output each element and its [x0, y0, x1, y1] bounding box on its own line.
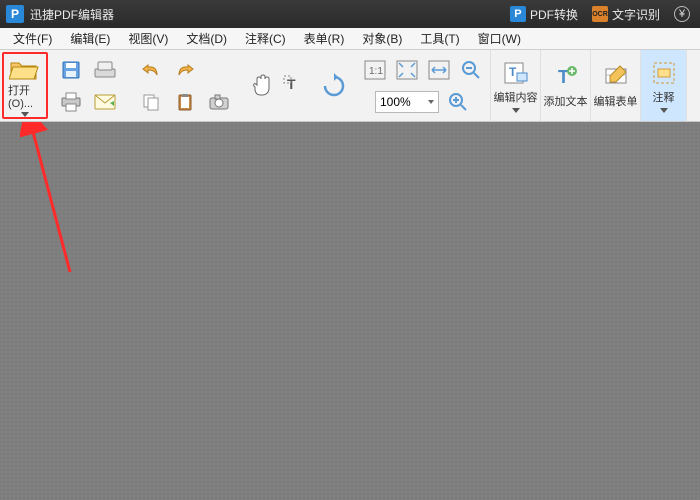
- edit-ops-group: [128, 50, 242, 121]
- svg-text:T: T: [509, 65, 517, 79]
- menu-comment[interactable]: 注释(C): [236, 28, 295, 49]
- edit-content-label: 编辑内容: [494, 89, 538, 105]
- annotate-icon: [650, 59, 678, 87]
- menu-file[interactable]: 文件(F): [4, 28, 61, 49]
- menubar: 文件(F) 编辑(E) 视图(V) 文档(D) 注释(C) 表单(R) 对象(B…: [0, 28, 700, 50]
- ocr-icon: OCR: [592, 6, 608, 22]
- open-label: 打开(O)...: [8, 82, 42, 110]
- hand-tool-button[interactable]: [248, 73, 274, 99]
- menu-document[interactable]: 文档(D): [177, 28, 236, 49]
- menu-object[interactable]: 对象(B): [353, 28, 411, 49]
- edit-form-button[interactable]: 编辑表单: [590, 50, 640, 121]
- chevron-down-icon: [512, 108, 520, 113]
- ocr-label: 文字识别: [612, 6, 660, 23]
- undo-icon: [141, 62, 161, 78]
- zoom-value: 100%: [380, 95, 411, 109]
- app-icon: P: [6, 5, 24, 23]
- titlebar: P 迅捷PDF编辑器 P PDF转换 OCR 文字识别 ¥: [0, 0, 700, 28]
- mail-icon: [94, 94, 116, 110]
- rotate-group: [312, 50, 356, 121]
- toolbar: 打开(O)...: [0, 50, 700, 122]
- app-title: 迅捷PDF编辑器: [30, 6, 114, 23]
- add-text-button[interactable]: T 添加文本: [540, 50, 590, 121]
- select-tools-group: T: [242, 50, 312, 121]
- print-button[interactable]: [58, 89, 84, 115]
- snapshot-button[interactable]: [206, 89, 232, 115]
- clipboard-icon: [177, 93, 193, 111]
- menu-tool[interactable]: 工具(T): [411, 28, 468, 49]
- folder-open-icon: [8, 56, 42, 81]
- open-button[interactable]: 打开(O)...: [2, 52, 48, 119]
- save-button[interactable]: [58, 57, 84, 83]
- actual-size-icon: 1:1: [364, 60, 386, 80]
- edit-content-icon: T: [502, 59, 530, 87]
- email-button[interactable]: [92, 89, 118, 115]
- file-ops-group: [48, 50, 128, 121]
- copy-icon: [142, 93, 160, 111]
- redo-icon: [175, 62, 195, 78]
- add-text-icon: T: [552, 63, 580, 91]
- text-select-icon: T: [283, 75, 303, 97]
- undo-button[interactable]: [138, 57, 164, 83]
- zoom-in-icon: [448, 92, 468, 112]
- menu-window[interactable]: 窗口(W): [469, 28, 530, 49]
- scanner-button[interactable]: [92, 57, 118, 83]
- fit-page-button[interactable]: [394, 57, 420, 83]
- zoom-group: 1:1 100%: [356, 50, 490, 121]
- pdf-convert-label: PDF转换: [530, 6, 578, 23]
- zoom-in-button[interactable]: [445, 89, 471, 115]
- actual-size-button[interactable]: 1:1: [362, 57, 388, 83]
- yen-icon: ¥: [674, 6, 690, 22]
- save-icon: [61, 60, 81, 80]
- document-canvas: [0, 122, 700, 500]
- chevron-down-icon: [660, 108, 668, 113]
- annotate-label: 注释: [653, 89, 675, 105]
- pdf-convert-icon: P: [510, 6, 526, 22]
- edit-tools-group: T 编辑内容 T 添加文本 编辑表单 注释 测量: [490, 50, 700, 121]
- add-text-label: 添加文本: [544, 93, 588, 109]
- edit-form-icon: [602, 63, 630, 91]
- redo-button[interactable]: [172, 57, 198, 83]
- menu-view[interactable]: 视图(V): [119, 28, 177, 49]
- chevron-down-icon: [21, 112, 29, 117]
- camera-icon: [209, 94, 229, 110]
- printer-icon: [60, 92, 82, 112]
- fit-page-icon: [396, 60, 418, 80]
- fit-width-button[interactable]: [426, 57, 452, 83]
- annotation-arrow: [20, 122, 100, 282]
- paste-button[interactable]: [172, 89, 198, 115]
- fit-width-icon: [428, 60, 450, 80]
- menu-form[interactable]: 表单(R): [295, 28, 354, 49]
- menu-edit[interactable]: 编辑(E): [61, 28, 119, 49]
- rotate-button[interactable]: [318, 70, 350, 102]
- ocr-button[interactable]: OCR 文字识别: [592, 6, 660, 23]
- chevron-down-icon: [428, 100, 434, 104]
- zoom-select[interactable]: 100%: [375, 91, 439, 113]
- measure-button[interactable]: 测量: [686, 50, 700, 121]
- currency-button[interactable]: ¥: [674, 6, 694, 22]
- zoom-out-icon: [461, 60, 481, 80]
- hand-icon: [250, 74, 272, 98]
- copy-button[interactable]: [138, 89, 164, 115]
- scanner-icon: [94, 61, 116, 79]
- svg-text:1:1: 1:1: [369, 66, 383, 77]
- annotate-button[interactable]: 注释: [640, 50, 686, 121]
- rotate-icon: [321, 73, 347, 99]
- text-select-button[interactable]: T: [280, 73, 306, 99]
- zoom-out-button[interactable]: [458, 57, 484, 83]
- edit-form-label: 编辑表单: [594, 93, 638, 109]
- pdf-convert-button[interactable]: P PDF转换: [510, 6, 578, 23]
- edit-content-button[interactable]: T 编辑内容: [490, 50, 540, 121]
